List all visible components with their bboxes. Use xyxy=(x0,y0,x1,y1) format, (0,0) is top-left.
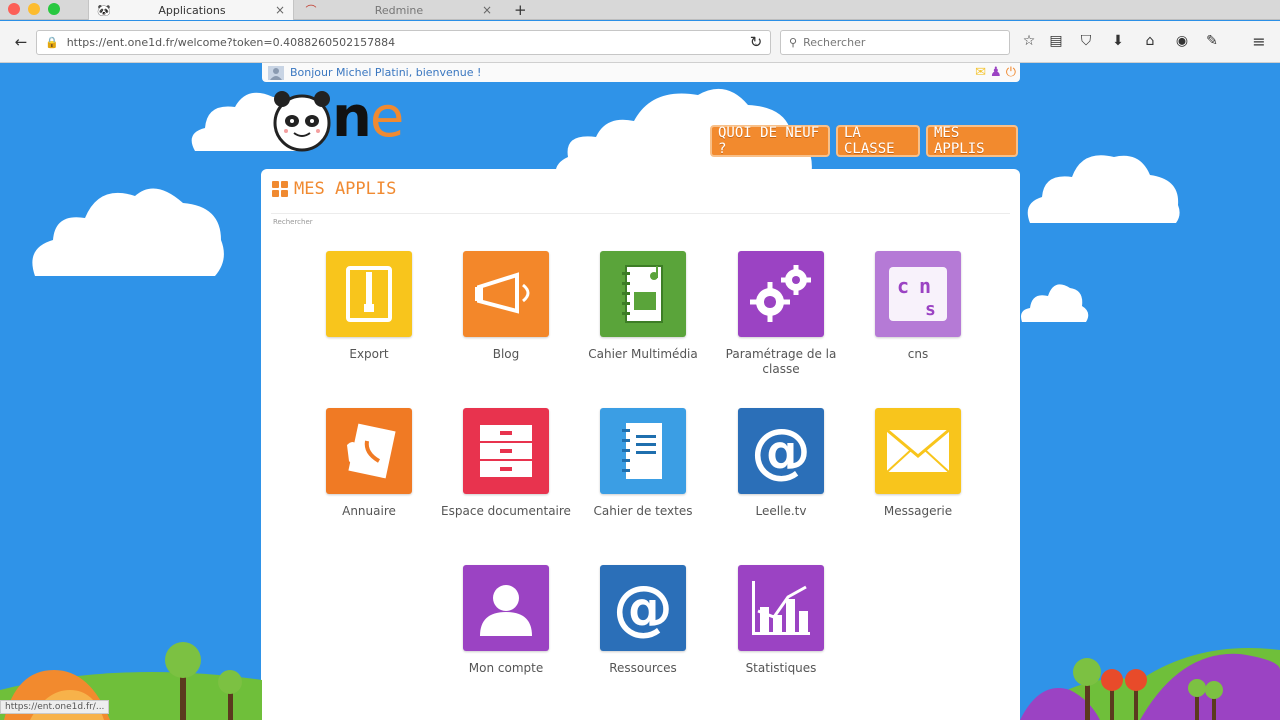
bookmark-star-icon[interactable]: ☆ xyxy=(1019,31,1039,51)
app-messagerie[interactable]: Messagerie xyxy=(853,408,983,519)
phone-book-icon[interactable] xyxy=(326,408,412,494)
app-cahier-multimedia[interactable]: Cahier Multimédia xyxy=(578,251,708,362)
panda-favicon-icon: 🐼 xyxy=(97,3,111,17)
browser-nav-bar: ← 🔒 https://ent.one1d.fr/welcome?token=0… xyxy=(0,21,1280,63)
main-navigation: QUOI DE NEUF ? LA CLASSE MES APPLIS xyxy=(710,125,1018,157)
nav-la-classe[interactable]: LA CLASSE xyxy=(836,125,920,157)
panel-title: MES APPLIS xyxy=(294,179,397,199)
maximize-window-button[interactable] xyxy=(48,3,60,15)
panel-header: MES APPLIS xyxy=(272,179,396,199)
greeting-text: Bonjour Michel Platini, bienvenue ! xyxy=(290,66,482,79)
minimize-window-button[interactable] xyxy=(28,3,40,15)
divider xyxy=(271,213,1010,214)
megaphone-icon[interactable] xyxy=(463,251,549,337)
back-button[interactable]: ← xyxy=(8,29,34,55)
menu-icon[interactable]: ≡ xyxy=(1249,31,1269,51)
app-cahier-de-textes[interactable]: Cahier de textes xyxy=(578,408,708,519)
logo-text: ne xyxy=(332,85,404,150)
close-tab-icon[interactable]: × xyxy=(275,3,285,17)
address-bar[interactable]: 🔒 https://ent.one1d.fr/welcome?token=0.4… xyxy=(36,30,771,55)
search-bar[interactable]: ⚲ Rechercher xyxy=(780,30,1010,55)
download-icon[interactable]: ⬇ xyxy=(1108,31,1128,51)
multimedia-notebook-icon[interactable] xyxy=(600,251,686,337)
at-icon[interactable]: @ xyxy=(738,408,824,494)
nav-mes-applis[interactable]: MES APPLIS xyxy=(926,125,1018,157)
reading-list-icon[interactable]: ▤ xyxy=(1046,31,1066,51)
browser-tab-bar: 🐼 Applications × ⌒ Redmine × + xyxy=(0,0,1280,20)
pocket-icon[interactable]: ⛉ xyxy=(1076,31,1096,51)
drawers-icon[interactable] xyxy=(463,408,549,494)
envelope-icon[interactable] xyxy=(875,408,961,494)
user-avatar-icon xyxy=(268,65,284,80)
landscape-decoration xyxy=(0,642,1280,720)
account-icon[interactable]: ♟ xyxy=(990,65,1002,80)
text-notebook-icon[interactable] xyxy=(600,408,686,494)
search-icon: ⚲ xyxy=(789,36,798,49)
sync-icon[interactable]: ◉ xyxy=(1172,31,1192,51)
logout-icon[interactable]: ⏻ xyxy=(1006,65,1016,80)
extension-icon[interactable]: ✎ xyxy=(1202,31,1222,51)
tab-applications[interactable]: 🐼 Applications × xyxy=(88,0,294,20)
app-espace-documentaire[interactable]: Espace documentaire xyxy=(441,408,571,519)
user-greeting-bar: Bonjour Michel Platini, bienvenue ! ✉ ♟ … xyxy=(262,63,1020,82)
search-apps-input[interactable]: Rechercher xyxy=(273,218,313,226)
lock-icon: 🔒 xyxy=(45,36,59,49)
app-cns[interactable]: cns cns xyxy=(853,251,983,362)
app-export[interactable]: Export xyxy=(304,251,434,362)
reload-button[interactable]: ↻ xyxy=(743,29,769,55)
home-icon[interactable]: ⌂ xyxy=(1140,31,1160,51)
page-content: Bonjour Michel Platini, bienvenue ! ✉ ♟ … xyxy=(0,63,1280,720)
svg-text:s: s xyxy=(925,299,936,320)
app-annuaire[interactable]: Annuaire xyxy=(304,408,434,519)
link-status-bar: https://ent.one1d.fr/... xyxy=(0,700,110,714)
svg-text:n: n xyxy=(919,274,931,298)
redmine-favicon-icon: ⌒ xyxy=(305,4,317,17)
notifications-icon[interactable]: ✉ xyxy=(975,65,986,80)
close-window-button[interactable] xyxy=(8,3,20,15)
app-blog[interactable]: Blog xyxy=(441,251,571,362)
app-parametrage-classe[interactable]: Paramétrage de la classe xyxy=(716,251,846,377)
zip-file-icon[interactable] xyxy=(326,251,412,337)
svg-text:c: c xyxy=(897,274,909,298)
cloud-decoration xyxy=(1021,284,1089,322)
new-tab-button[interactable]: + xyxy=(506,0,536,20)
tab-redmine[interactable]: ⌒ Redmine × xyxy=(296,0,500,20)
gears-icon[interactable] xyxy=(738,251,824,337)
cns-icon[interactable]: cns xyxy=(875,251,961,337)
nav-quoi-de-neuf[interactable]: QUOI DE NEUF ? xyxy=(710,125,830,157)
apps-grid-icon xyxy=(272,181,288,197)
close-tab-icon[interactable]: × xyxy=(482,3,492,17)
app-leelle-tv[interactable]: @ Leelle.tv xyxy=(716,408,846,519)
cloud-decoration xyxy=(1027,155,1180,223)
cloud-decoration xyxy=(32,188,224,276)
